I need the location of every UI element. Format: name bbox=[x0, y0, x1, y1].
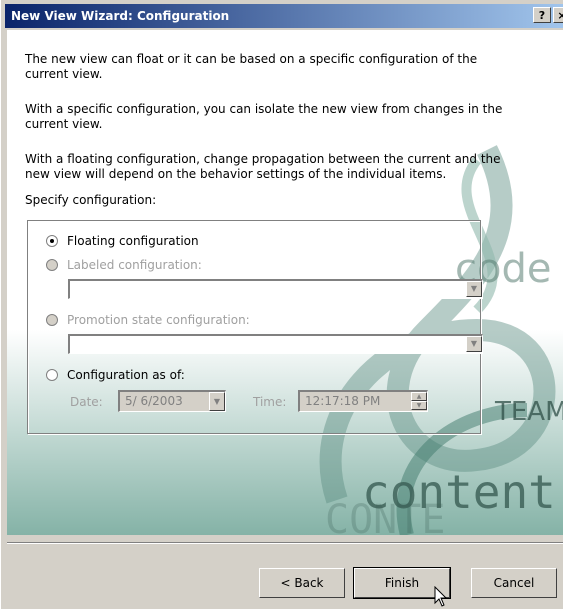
cancel-button[interactable]: Cancel bbox=[471, 568, 557, 598]
help-button[interactable]: ? bbox=[533, 7, 551, 23]
button-separator bbox=[7, 542, 563, 544]
time-value: 12:17:18 PM bbox=[305, 394, 381, 408]
chevron-down-icon: ▼ bbox=[209, 392, 225, 411]
wizard-content: code TEAM content CONTE The new view can… bbox=[7, 30, 563, 535]
as-of-label: Configuration as of: bbox=[67, 368, 185, 382]
intro-paragraph-2: With a specific configuration, you can i… bbox=[25, 102, 503, 131]
mouse-cursor-icon bbox=[434, 586, 448, 607]
spin-down-icon: ▼ bbox=[411, 401, 427, 410]
close-button[interactable]: × bbox=[553, 7, 563, 23]
window-title: New View Wizard: Configuration bbox=[11, 9, 230, 23]
bg-team-text: TEAM bbox=[494, 397, 563, 427]
spin-up-icon: ▲ bbox=[411, 392, 427, 401]
labeled-label: Labeled configuration: bbox=[67, 258, 202, 272]
labeled-radio bbox=[46, 259, 58, 271]
time-label: Time: bbox=[253, 395, 287, 409]
chevron-down-icon: ▼ bbox=[466, 336, 482, 352]
as-of-radio[interactable] bbox=[46, 369, 58, 381]
title-bar: New View Wizard: Configuration ? × bbox=[5, 4, 563, 28]
configuration-as-of-option[interactable]: Configuration as of: bbox=[46, 368, 185, 382]
date-value: 5/ 6/2003 bbox=[125, 394, 183, 408]
specify-configuration-label: Specify configuration: bbox=[25, 193, 157, 207]
configuration-group: Floating configuration Labeled configura… bbox=[27, 220, 483, 434]
back-button[interactable]: < Back bbox=[259, 568, 345, 598]
promotion-state-combo: ▼ bbox=[68, 334, 483, 354]
time-spinner: ▲ ▼ bbox=[411, 392, 427, 411]
promotion-label: Promotion state configuration: bbox=[67, 313, 250, 327]
promotion-state-option: Promotion state configuration: bbox=[46, 313, 250, 327]
intro-paragraph-1: The new view can float or it can be base… bbox=[25, 52, 478, 81]
labeled-configuration-combo: ▼ bbox=[68, 279, 483, 299]
date-label: Date: bbox=[70, 395, 103, 409]
labeled-configuration-option: Labeled configuration: bbox=[46, 258, 202, 272]
intro-paragraph-3: With a floating configuration, change pr… bbox=[25, 152, 501, 181]
promotion-radio bbox=[46, 314, 58, 326]
floating-configuration-option[interactable]: Floating configuration bbox=[46, 234, 199, 248]
floating-label: Floating configuration bbox=[67, 234, 199, 248]
bg-content-faded-text: CONTE bbox=[325, 497, 445, 535]
floating-radio[interactable] bbox=[46, 235, 58, 247]
chevron-down-icon: ▼ bbox=[466, 281, 482, 297]
wizard-window: New View Wizard: Configuration ? × code bbox=[0, 0, 563, 609]
date-picker: 5/ 6/2003 ▼ bbox=[118, 390, 226, 412]
time-picker: 12:17:18 PM ▲ ▼ bbox=[298, 390, 428, 412]
